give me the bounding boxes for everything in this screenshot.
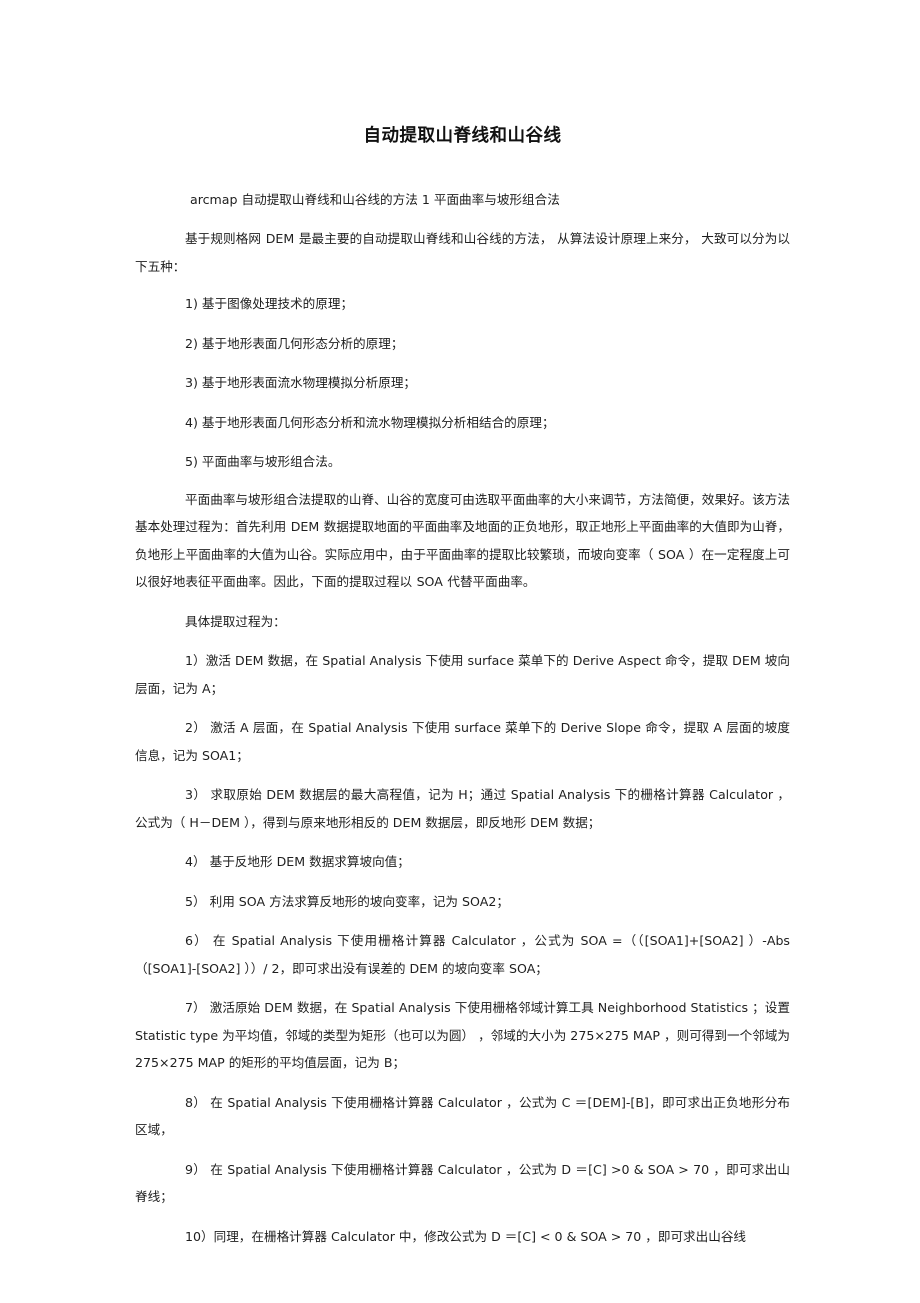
step-item: 1）激活 DEM 数据，在 Spatial Analysis 下使用 surfa… [135,653,790,696]
step-item: 2） 激活 A 层面，在 Spatial Analysis 下使用 surfac… [135,720,790,763]
list-item: 4) 基于地形表面几何形态分析和流水物理模拟分析相结合的原理； [185,414,555,430]
document-page: 自动提取山脊线和山谷线 arcmap 自动提取山脊线和山谷线的方法 1 平面曲率… [0,0,920,1303]
step-item: 10）同理，在栅格计算器 Calculator 中，修改公式为 D ＝[C] <… [185,1228,747,1244]
document-body: 自动提取山脊线和山谷线 arcmap 自动提取山脊线和山谷线的方法 1 平面曲率… [135,0,790,1250]
step-item: 6） 在 Spatial Analysis 下使用栅格计算器 Calculato… [135,933,790,976]
list-item: 2) 基于地形表面几何形态分析的原理； [185,335,404,351]
step-item: 9） 在 Spatial Analysis 下使用栅格计算器 Calculato… [135,1161,790,1205]
step-item: 8） 在 Spatial Analysis 下使用栅格计算器 Calculato… [135,1094,790,1138]
step-item: 7） 激活原始 DEM 数据，在 Spatial Analysis 下使用栅格邻… [135,1000,790,1071]
step-item: 4） 基于反地形 DEM 数据求算坡向值； [185,854,410,870]
method-paragraph: 平面曲率与坡形组合法提取的山脊、山谷的宽度可由选取平面曲率的大小来调节，方法简便… [135,491,790,590]
list-item: 5) 平面曲率与坡形组合法。 [185,454,341,470]
list-item: 1) 基于图像处理技术的原理； [185,296,354,312]
steps-heading: 具体提取过程为： [185,613,286,629]
step-item: 5） 利用 SOA 方法求算反地形的坡向变率，记为 SOA2； [185,893,509,909]
list-item: 3) 基于地形表面流水物理模拟分析原理； [185,375,417,391]
document-subtitle: arcmap 自动提取山脊线和山谷线的方法 1 平面曲率与坡形组合法 [190,191,560,207]
page-title: 自动提取山脊线和山谷线 [363,126,562,146]
intro-paragraph: 基于规则格网 DEM 是最主要的自动提取山脊线和山谷线的方法， 从算法设计原理上… [135,231,790,274]
step-item: 3） 求取原始 DEM 数据层的最大高程值，记为 H；通过 Spatial An… [135,787,790,830]
